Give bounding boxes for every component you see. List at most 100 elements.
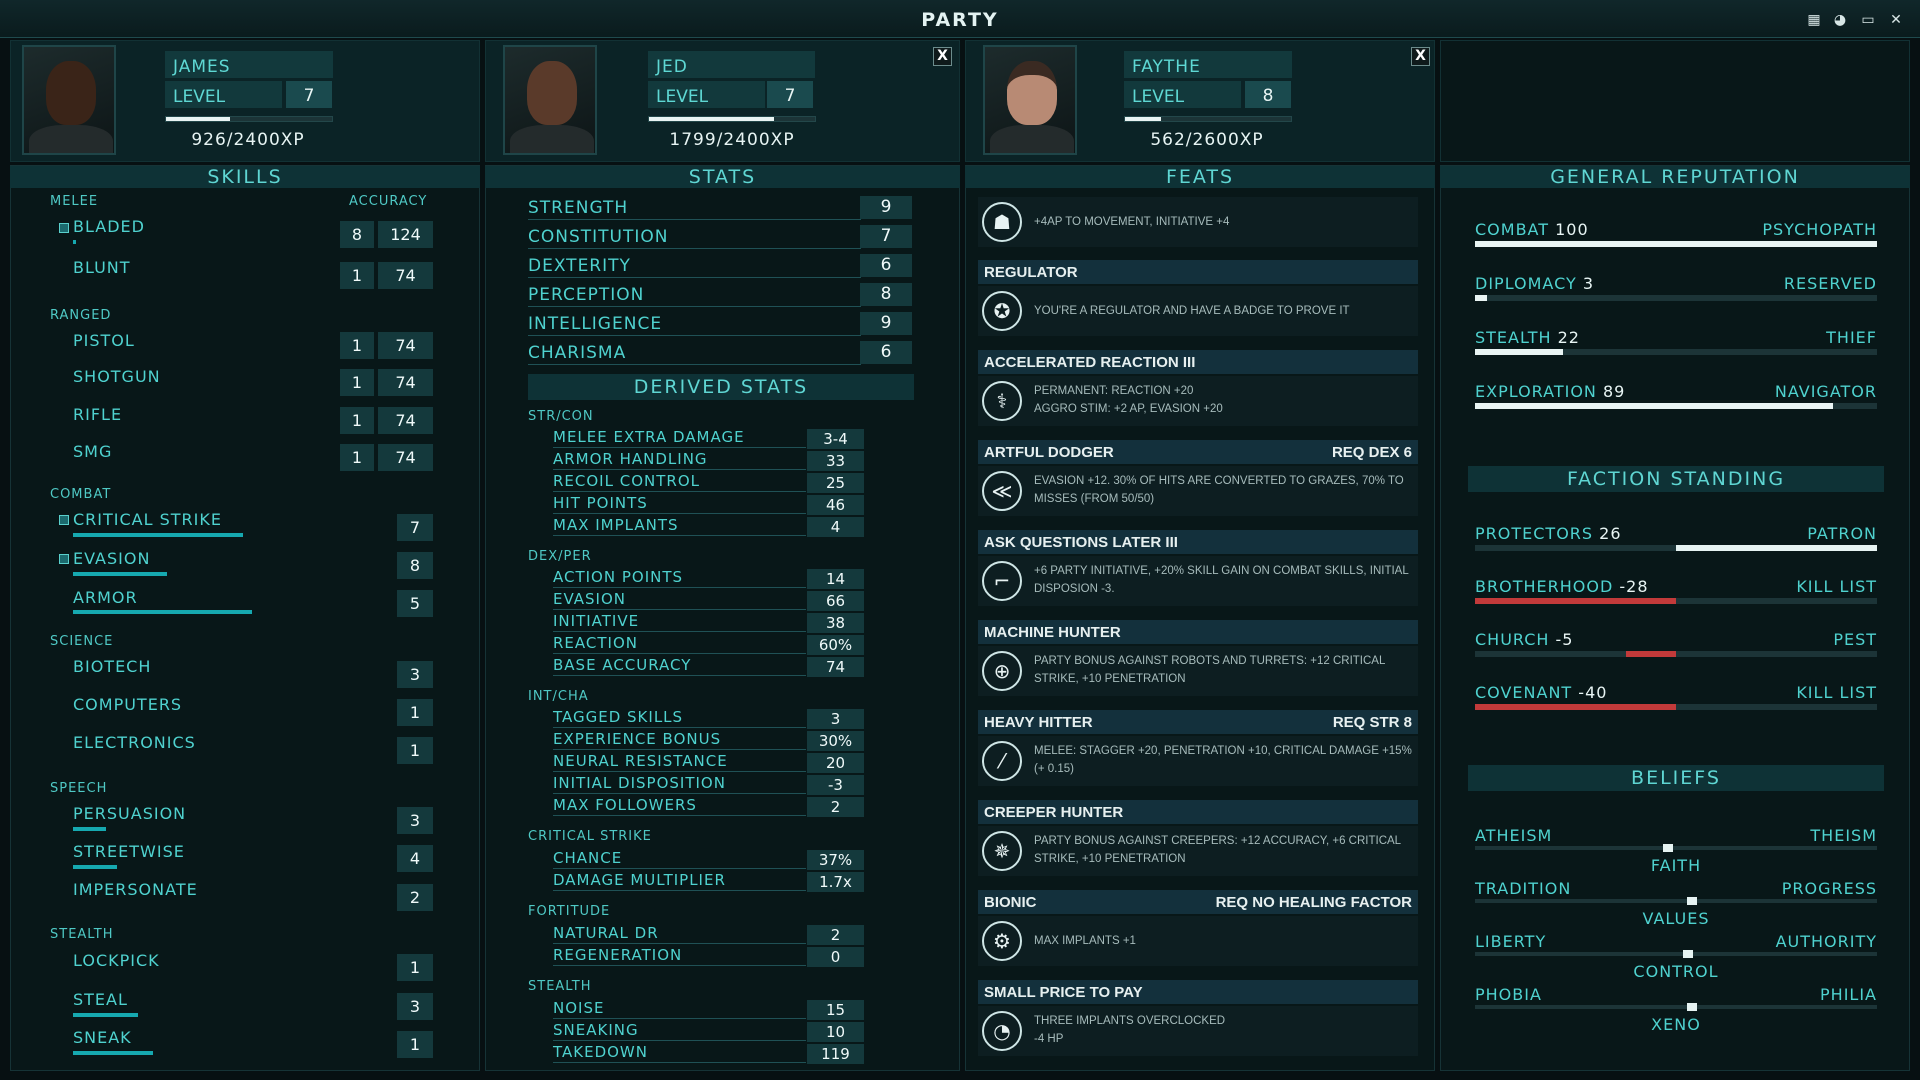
reputation-value: 22 [1557,328,1580,347]
feat-title[interactable]: MACHINE HUNTER [978,620,1418,644]
skill-category-ranged: RANGED [50,308,112,323]
skill-accuracy: 74 [378,262,433,289]
skill-name-lockpick[interactable]: LOCKPICK [73,951,160,970]
faction-rank: PEST [1833,630,1877,649]
derived-stat-name[interactable]: HIT POINTS [553,494,806,514]
stat-constitution[interactable]: CONSTITUTION [528,225,861,249]
derived-stat-name[interactable]: CHANCE [553,849,806,869]
xp-bar-fill [1125,117,1161,121]
feat-body: ⚕ PERMANENT: REACTION +20 AGGRO STIM: +2… [978,376,1418,426]
portrait-jed[interactable] [503,45,597,155]
skill-progress-bar [73,827,106,831]
skill-name-steal[interactable]: STEAL [73,990,128,1009]
faction-name: CHURCH -5 [1475,630,1573,649]
skill-name-critical-strike[interactable]: CRITICAL STRIKE [73,510,222,529]
derived-stat-name[interactable]: INITIAL DISPOSITION [553,774,806,794]
portrait-james[interactable] [22,45,116,155]
derived-stat-name[interactable]: INITIATIVE [553,612,806,632]
screen-icon[interactable]: ▭ [1858,11,1878,29]
derived-stat-name[interactable]: TAGGED SKILLS [553,708,806,728]
feat-description: MAX IMPLANTS +1 [1034,935,1136,947]
feat-title[interactable]: SMALL PRICE TO PAY [978,980,1418,1004]
skill-name-shotgun[interactable]: SHOTGUN [73,367,161,386]
derived-stat-name[interactable]: SNEAKING [553,1021,806,1041]
calendar-icon[interactable]: ▦ [1804,11,1824,29]
brain-icon[interactable]: ◕ [1830,11,1850,29]
skill-name-sneak[interactable]: SNEAK [73,1028,132,1047]
remove-jed-button[interactable]: X [933,47,952,66]
derived-group-str-con: STR/CON [528,409,594,424]
stat-value: 9 [860,196,912,219]
faction-rank: KILL LIST [1796,683,1877,702]
derived-stat-name[interactable]: RECOIL CONTROL [553,472,806,492]
reputation-name: DIPLOMACY 3 [1475,274,1594,293]
derived-stat-name[interactable]: ACTION POINTS [553,568,806,588]
feat-title[interactable]: ASK QUESTIONS LATER III [978,530,1418,554]
derived-stat-value: 66 [807,591,864,611]
skill-name-evasion[interactable]: EVASION [73,549,150,568]
faction-bar-fill [1475,598,1676,604]
feat-body: ⚙ MAX IMPLANTS +1 [978,916,1418,966]
feat-title[interactable]: CREEPER HUNTER [978,800,1418,824]
stat-perception[interactable]: PERCEPTION [528,283,861,307]
derived-stat-name[interactable]: EVASION [553,590,806,610]
derived-stat-value: 10 [807,1022,864,1042]
feats-title: FEATS [965,166,1435,188]
remove-faythe-button[interactable]: X [1411,47,1430,66]
xp-text: 562/2600XP [1150,130,1264,150]
derived-stat-name[interactable]: REACTION [553,634,806,654]
skill-name-rifle[interactable]: RIFLE [73,405,122,424]
derived-stat-name[interactable]: MAX IMPLANTS [553,516,806,536]
derived-stat-name[interactable]: EXPERIENCE BONUS [553,730,806,750]
belief-track [1475,897,1877,905]
derived-stat-name[interactable]: NEURAL RESISTANCE [553,752,806,772]
skill-accuracy: 74 [378,332,433,359]
belief-right: THEISM [1810,826,1877,845]
derived-stat-name[interactable]: TAKEDOWN [553,1043,806,1063]
feat-title[interactable]: ARTFUL DODGER REQ DEX 6 [978,440,1418,464]
stat-intelligence[interactable]: INTELLIGENCE [528,312,861,336]
derived-stat-name[interactable]: MELEE EXTRA DAMAGE [553,428,806,448]
stat-dexterity[interactable]: DEXTERITY [528,254,861,278]
portrait-faythe[interactable] [983,45,1077,155]
feat-title[interactable]: REGULATOR [978,260,1418,284]
skill-name-streetwise[interactable]: STREETWISE [73,842,185,861]
close-window-icon[interactable]: ✕ [1886,11,1906,29]
skill-name-electronics[interactable]: ELECTRONICS [73,733,196,752]
stat-strength[interactable]: STRENGTH [528,196,861,220]
gauge-icon: ◔ [982,1011,1022,1051]
derived-group-stealth: STEALTH [528,979,592,994]
derived-stat-value: 4 [807,517,864,537]
faction-value: -28 [1619,577,1649,596]
skill-name-biotech[interactable]: BIOTECH [73,657,151,676]
derived-stat-name[interactable]: NATURAL DR [553,924,806,944]
stat-charisma[interactable]: CHARISMA [528,341,861,365]
derived-stat-name[interactable]: NOISE [553,999,806,1019]
skill-name-blunt[interactable]: BLUNT [73,258,131,277]
skill-name-impersonate[interactable]: IMPERSONATE [73,880,198,899]
feat-title[interactable]: HEAVY HITTER REQ STR 8 [978,710,1418,734]
derived-stat-name[interactable]: DAMAGE MULTIPLIER [553,871,806,891]
skill-progress-bar [73,572,167,576]
derived-group-critical-strike: CRITICAL STRIKE [528,829,652,844]
skill-value: 1 [340,369,374,396]
xp-text: 926/2400XP [191,130,305,150]
skill-name-bladed[interactable]: BLADED [73,217,145,236]
derived-stat-name[interactable]: REGENERATION [553,946,806,966]
derived-stat-name[interactable]: ARMOR HANDLING [553,450,806,470]
feat-title[interactable]: BIONIC REQ NO HEALING FACTOR [978,890,1418,914]
feat-card[interactable]: ☗ +4AP TO MOVEMENT, INITIATIVE +4 [978,197,1418,247]
skill-name-armor[interactable]: ARMOR [73,588,138,607]
feat-title[interactable]: ACCELERATED REACTION III [978,350,1418,374]
skill-value: 1 [397,699,433,726]
skill-name-smg[interactable]: SMG [73,442,112,461]
skill-name-persuasion[interactable]: PERSUASION [73,804,186,823]
derived-stat-value: 74 [807,657,864,677]
empty-member-slot[interactable] [1440,40,1910,162]
skill-name-pistol[interactable]: PISTOL [73,331,135,350]
stats-title: STATS [485,166,960,188]
skill-name-computers[interactable]: COMPUTERS [73,695,182,714]
derived-stat-name[interactable]: BASE ACCURACY [553,656,806,676]
derived-stat-name[interactable]: MAX FOLLOWERS [553,796,806,816]
faction-value: 26 [1599,524,1622,543]
